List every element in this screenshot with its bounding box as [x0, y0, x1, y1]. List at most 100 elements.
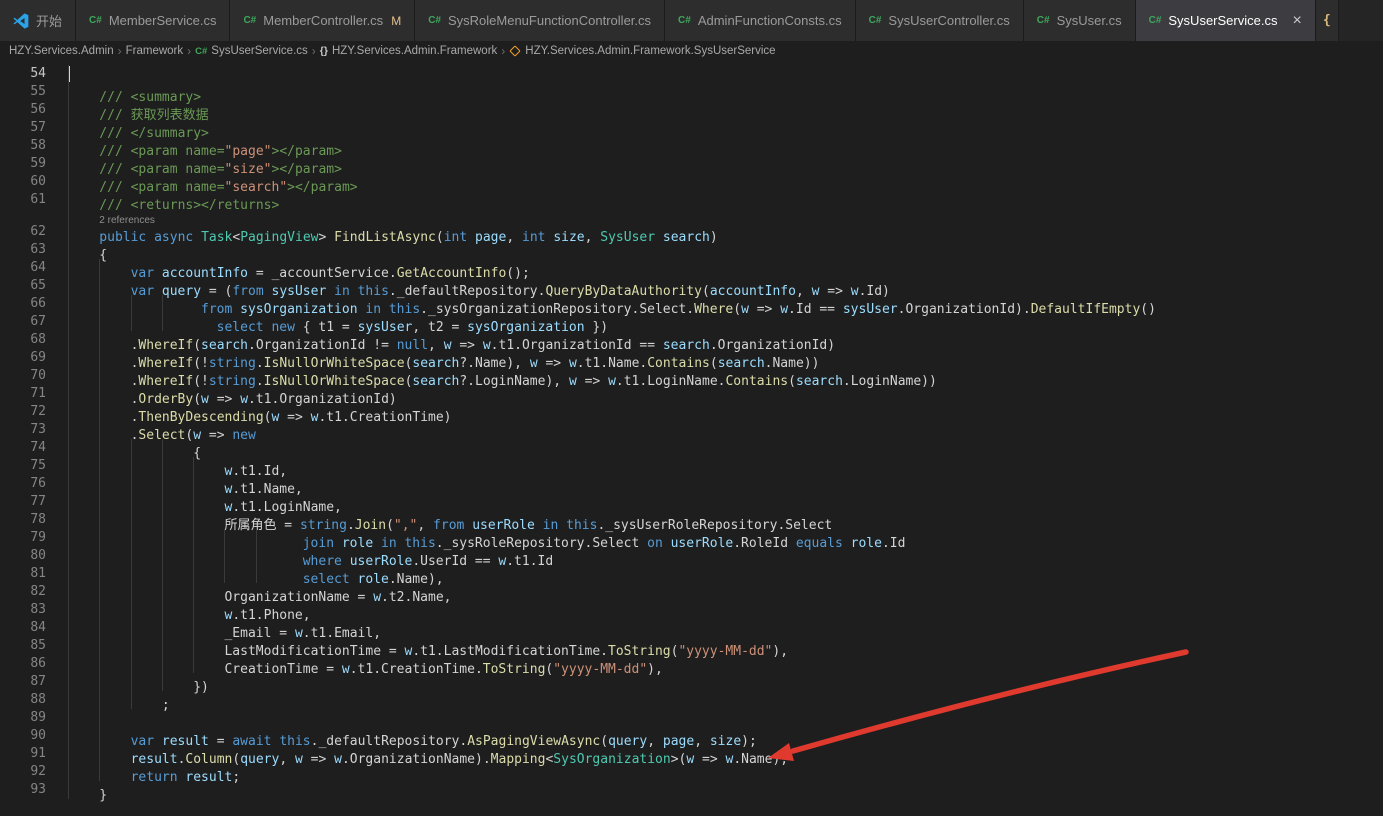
indent-guide — [162, 295, 193, 313]
code-line-68[interactable]: .WhereIf(search.OrganizationId != null, … — [68, 331, 835, 349]
indent-guide — [162, 637, 193, 655]
code-line-75[interactable]: w.t1.Id, — [68, 457, 287, 475]
code-line-56[interactable]: /// 获取列表数据 — [68, 101, 209, 119]
code-line-85[interactable]: LastModificationTime = w.t1.LastModifica… — [68, 637, 788, 655]
code-line-92[interactable]: return result; — [68, 763, 240, 781]
indent-guide — [131, 583, 162, 601]
indent-guide — [131, 457, 162, 475]
indent-guide — [162, 655, 193, 673]
tab-sysuserservice-cs[interactable]: C#SysUserService.cs× — [1136, 0, 1316, 41]
code-token: .Name); — [733, 752, 788, 767]
vscode-logo-icon — [13, 13, 29, 29]
code-line-65[interactable]: var query = (from sysUser in this._defau… — [68, 277, 890, 295]
code-token: w — [373, 590, 381, 605]
tab-adminfunctionconsts-cs[interactable]: C#AdminFunctionConsts.cs — [665, 0, 856, 41]
code-line-74[interactable]: { — [68, 439, 201, 457]
code-line-61[interactable]: /// <returns></returns> — [68, 191, 279, 209]
tab-memberservice-cs[interactable]: C#MemberService.cs — [76, 0, 230, 41]
code-line-58[interactable]: /// <param name="page"></param> — [68, 137, 342, 155]
tab-brace[interactable]: 开始 — [0, 0, 76, 41]
code-line-71[interactable]: .OrderBy(w => w.t1.OrganizationId) — [68, 385, 397, 403]
tab-sysusercontroller-cs[interactable]: C#SysUserController.cs — [856, 0, 1024, 41]
code-line-63[interactable]: { — [68, 241, 107, 259]
code-line-78[interactable]: 所属角色 = string.Join(",", from userRole in… — [68, 511, 832, 529]
tab-label: 开始 — [36, 11, 62, 30]
indent-guide — [99, 655, 130, 673]
code-line-80[interactable]: where userRole.UserId == w.t1.Id — [68, 547, 553, 565]
code-token: page — [475, 230, 506, 245]
code-token: .t1.LoginName. — [616, 374, 726, 389]
code-line-81[interactable]: select role.Name), — [68, 565, 444, 583]
code-line-91[interactable]: result.Column(query, w => w.Organization… — [68, 745, 788, 763]
indent-guide — [162, 439, 193, 457]
breadcrumb-item-hzy-services-admin-framework[interactable]: {}HZY.Services.Admin.Framework — [320, 45, 498, 57]
indent-guide — [131, 475, 162, 493]
breadcrumb-item-framework[interactable]: Framework — [126, 45, 184, 57]
csharp-file-icon: C# — [195, 46, 207, 57]
code-line-60[interactable]: /// <param name="search"></param> — [68, 173, 358, 191]
code-token — [146, 230, 154, 245]
code-line-66[interactable]: from sysOrganization in this._sysOrganiz… — [68, 295, 1156, 313]
tab-sysuser-cs[interactable]: C#SysUser.cs — [1024, 0, 1136, 41]
indent-guide — [131, 295, 162, 313]
breadcrumb-item-hzy-services-admin[interactable]: HZY.Services.Admin — [9, 45, 114, 57]
code-line-77[interactable]: w.t1.LoginName, — [68, 493, 342, 511]
code-line-62[interactable]: public async Task<PagingView> FindListAs… — [68, 223, 718, 241]
line-number-74: 74 — [0, 439, 46, 457]
indent-guide — [68, 691, 99, 709]
code-row-75: 75w.t1.Id, — [0, 457, 1383, 475]
code-token: .Id == — [788, 302, 843, 317]
line-number-66: 66 — [0, 295, 46, 313]
indent-guide — [193, 547, 224, 565]
indent-guide — [131, 313, 162, 331]
code-line-67[interactable]: select new { t1 = sysUser, t2 = sysOrgan… — [68, 313, 608, 331]
code-line-59[interactable]: /// <param name="size"></param> — [68, 155, 342, 173]
code-editor[interactable]: 5455/// <summary>56/// 获取列表数据57/// </sum… — [0, 61, 1383, 799]
indent-guide — [99, 259, 130, 277]
code-line-87[interactable]: }) — [68, 673, 209, 691]
code-line-57[interactable]: /// </summary> — [68, 119, 209, 137]
indent-guide — [193, 637, 224, 655]
code-line-89[interactable] — [68, 709, 131, 727]
csharp-file-icon: C# — [1149, 15, 1162, 26]
code-line-72[interactable]: .ThenByDescending(w => w.t1.CreationTime… — [68, 403, 452, 421]
code-line-90[interactable]: var result = await this._defaultReposito… — [68, 727, 757, 745]
indent-guide — [99, 601, 130, 619]
code-line-76[interactable]: w.t1.Name, — [68, 475, 303, 493]
tab-membercontroller-cs[interactable]: C#MemberController.csM — [230, 0, 415, 41]
code-token: ?.LoginName), — [459, 374, 569, 389]
code-line-93[interactable]: } — [68, 781, 107, 799]
indent-guide — [68, 475, 99, 493]
code-line-64[interactable]: var accountInfo = _accountService.GetAcc… — [68, 259, 530, 277]
code-token: .t2.Name, — [381, 590, 451, 605]
breadcrumb-item-hzy-services-admin-framework-sysuserservice[interactable]: HZY.Services.Admin.Framework.SysUserServ… — [509, 45, 775, 57]
code-token: return — [131, 770, 178, 785]
breadcrumb-item-sysuserservice-cs[interactable]: C#SysUserService.cs — [195, 45, 308, 57]
code-line-86[interactable]: CreationTime = w.t1.CreationTime.ToStrin… — [68, 655, 663, 673]
tab-sysrolemenufunctioncontroller-cs[interactable]: C#SysRoleMenuFunctionController.cs — [415, 0, 665, 41]
code-token: search — [412, 374, 459, 389]
code-line-79[interactable]: join role in this._sysRoleRepository.Sel… — [68, 529, 905, 547]
csharp-file-icon: C# — [89, 15, 102, 26]
code-line-84[interactable]: _Email = w.t1.Email, — [68, 619, 381, 637]
indent-guide — [131, 565, 162, 583]
code-token: ToString — [483, 662, 546, 677]
code-line-69[interactable]: .WhereIf(!string.IsNullOrWhiteSpace(sear… — [68, 349, 819, 367]
line-number-67: 67 — [0, 313, 46, 331]
indent-guide — [68, 241, 99, 259]
line-number-83: 83 — [0, 601, 46, 619]
indent-guide — [99, 295, 130, 313]
code-line-73[interactable]: .Select(w => new — [68, 421, 256, 439]
code-line-70[interactable]: .WhereIf(!string.IsNullOrWhiteSpace(sear… — [68, 367, 937, 385]
code-line-54[interactable] — [68, 65, 99, 83]
code-line-55[interactable]: /// <summary> — [68, 83, 201, 101]
code-line-83[interactable]: w.t1.Phone, — [68, 601, 311, 619]
code-line-82[interactable]: OrganizationName = w.t2.Name, — [68, 583, 451, 601]
close-tab-icon[interactable]: × — [1292, 13, 1301, 29]
git-modified-badge: M — [391, 14, 401, 28]
indent-guide — [99, 457, 130, 475]
indent-guide — [99, 529, 130, 547]
code-token: => — [577, 374, 608, 389]
code-line-88[interactable]: ; — [68, 691, 170, 709]
tab-brace[interactable]: { — [1316, 0, 1339, 41]
